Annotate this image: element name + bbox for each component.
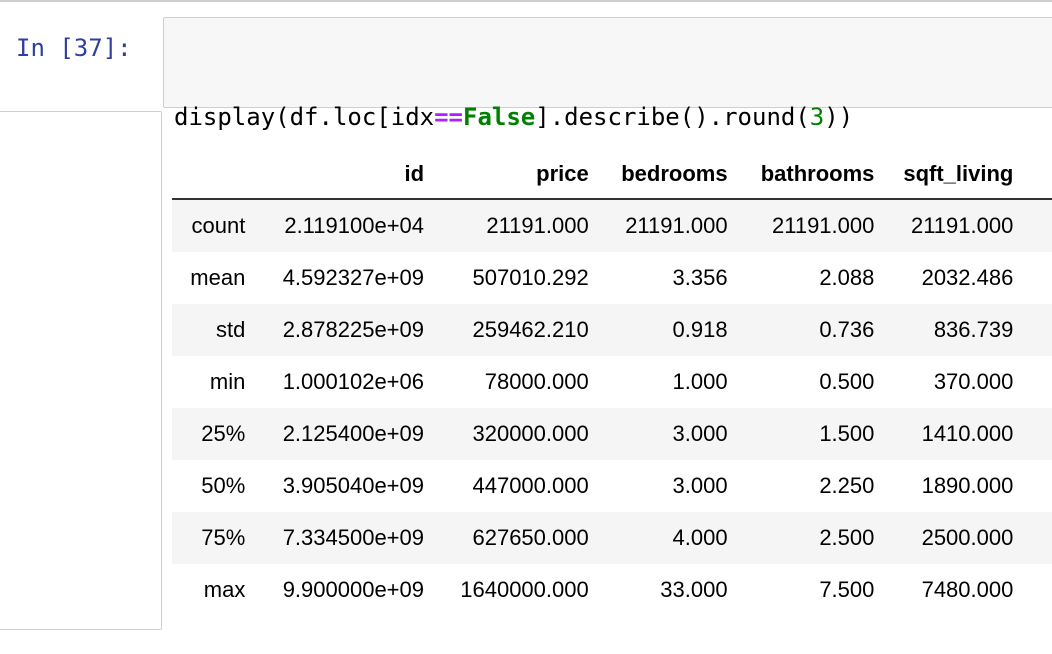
table-cell: 1640000.000 [460,577,589,602]
table-cell: 0.736 [819,317,875,342]
table-cell: 1.000 [672,369,728,394]
table-row: max 9.900000e+09 1640000.000 33.000 7.50… [172,564,1052,616]
row-label: 25% [201,421,246,446]
table-header-cell: bathrooms [727,150,875,200]
table-cell: 2.500 [819,525,875,550]
table-cell: 9.900000e+09 [282,577,425,602]
table-cell: 2.250 [819,473,875,498]
table-cell: 3.000 [672,473,728,498]
table-cell: 627650.000 [472,525,589,550]
table-header-cell: bedrooms [588,150,728,200]
table-cell-overflow [1013,252,1052,304]
table-cell-overflow [1013,564,1052,616]
code-keyword: False [463,103,536,131]
table-cell: 4.000 [672,525,728,550]
table-row: 75% 7.334500e+09 627650.000 4.000 2.500 … [172,512,1052,564]
table-cell: 1890.000 [921,473,1014,498]
table-row: std 2.878225e+09 259462.210 0.918 0.736 … [172,304,1052,356]
table-row: count 2.119100e+04 21191.000 21191.000 2… [172,199,1052,252]
table-cell: 3.000 [672,421,728,446]
row-label: std [215,317,246,342]
table-header-cell: price [424,150,589,200]
table-cell: 7.334500e+09 [282,525,425,550]
table-cell: 21191.000 [625,213,728,238]
table-header-index [172,150,246,200]
output-collapser[interactable] [0,111,162,630]
input-prompt: In [37]: [16,34,132,62]
table-cell: 3.905040e+09 [282,473,425,498]
code-token: display(df.loc[idx [174,103,435,131]
table-cell-overflow [1013,512,1052,564]
table-header-row: id price bedrooms bathrooms sqft_living [172,150,1052,200]
table-cell-overflow [1013,199,1052,252]
table-header-cell: sqft_living [874,150,1014,200]
table-cell: 7.500 [819,577,875,602]
table-cell: 3.356 [672,265,728,290]
table-cell: 0.500 [819,369,875,394]
code-token: )) [824,103,854,131]
table-cell: 259462.210 [472,317,589,342]
dataframe-table: id price bedrooms bathrooms sqft_living … [172,150,1052,616]
table-cell: 21191.000 [772,213,875,238]
table-row: mean 4.592327e+09 507010.292 3.356 2.088… [172,252,1052,304]
table-cell: 21191.000 [910,213,1014,238]
table-cell: 1.500 [819,421,875,446]
table-cell: 0.918 [672,317,728,342]
table-cell: 507010.292 [472,265,589,290]
table-cell: 21191.000 [486,213,589,238]
table-header-overflow [1013,150,1052,200]
table-cell: 836.739 [933,317,1014,342]
table-cell: 2.125400e+09 [282,421,425,446]
table-cell: 2.088 [819,265,875,290]
table-cell-overflow [1013,408,1052,460]
table-cell-overflow [1013,356,1052,408]
table-row: 50% 3.905040e+09 447000.000 3.000 2.250 … [172,460,1052,512]
table-row: 25% 2.125400e+09 320000.000 3.000 1.500 … [172,408,1052,460]
row-label: 50% [201,473,246,498]
table-cell: 4.592327e+09 [282,265,425,290]
row-label: max [203,577,246,602]
code-token: ].describe().round( [535,103,810,131]
table-cell: 447000.000 [472,473,589,498]
table-cell: 370.000 [933,369,1014,394]
table-cell: 2032.486 [921,265,1014,290]
code-operator: == [434,103,463,131]
table-header-cell: id [245,150,425,200]
table-cell: 78000.000 [484,369,589,394]
notebook-top-border [0,0,1052,2]
table-cell: 2.119100e+04 [284,213,425,238]
table-cell-overflow [1013,304,1052,356]
row-label: 75% [201,525,246,550]
row-label: min [209,369,246,394]
table-cell: 7480.000 [921,577,1014,602]
code-line-1: display(df.loc[idx==False].describe().ro… [174,100,853,134]
row-label: mean [190,265,246,290]
table-cell: 1.000102e+06 [282,369,425,394]
table-cell: 1410.000 [921,421,1014,446]
table-row: min 1.000102e+06 78000.000 1.000 0.500 3… [172,356,1052,408]
table-cell: 33.000 [660,577,728,602]
table-cell: 2500.000 [921,525,1014,550]
table-cell: 2.878225e+09 [282,317,425,342]
table-cell-overflow [1013,460,1052,512]
table-cell: 320000.000 [472,421,589,446]
row-label: count [191,213,246,238]
code-number: 3 [809,103,825,131]
